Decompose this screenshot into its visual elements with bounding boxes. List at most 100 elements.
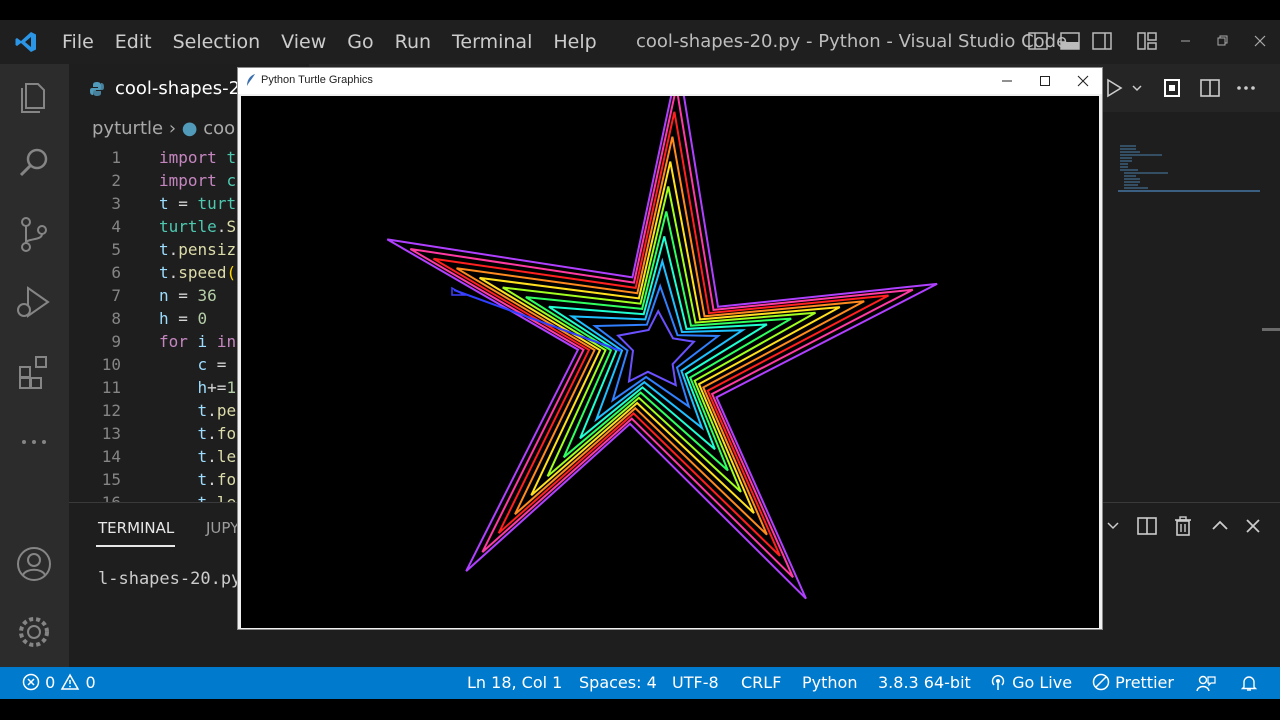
activity-bar [0, 64, 69, 667]
turtle-graphics-window[interactable]: Python Turtle Graphics [237, 67, 1103, 630]
trash-icon[interactable] [1172, 515, 1194, 537]
run-file-icon[interactable] [1103, 77, 1125, 99]
code-line: import tu [159, 148, 246, 167]
python-file-icon [90, 82, 104, 96]
turtle-close-icon[interactable] [1064, 68, 1102, 94]
star-outline [432, 111, 889, 557]
minimap[interactable] [1118, 140, 1260, 200]
line-number: 15 [101, 470, 121, 489]
terminal-output[interactable]: l-shapes-20.py [98, 569, 241, 589]
line-number: 7 [111, 286, 121, 305]
toggle-secondary-sidebar-icon[interactable] [1091, 30, 1113, 52]
turtle-minimize-icon[interactable] [988, 68, 1026, 94]
menu-go[interactable]: Go [347, 31, 373, 53]
language-mode[interactable]: Python [802, 667, 857, 699]
line-number: 12 [101, 401, 121, 420]
menu-file[interactable]: File [62, 31, 94, 53]
line-number: 2 [111, 171, 121, 190]
search-icon[interactable] [14, 144, 54, 184]
warning-icon [61, 673, 80, 690]
turtle-canvas[interactable] [241, 96, 1099, 628]
code-line: n = 36 [159, 286, 217, 305]
code-line: t.pen [197, 401, 246, 420]
close-icon[interactable] [1249, 30, 1271, 52]
more-icon[interactable] [14, 422, 54, 462]
run-debug-icon[interactable] [14, 282, 54, 322]
more-actions-icon[interactable] [1235, 77, 1257, 99]
prettier-button[interactable]: Prettier [1092, 667, 1174, 699]
python-file-icon: ● [181, 118, 198, 139]
tab-terminal[interactable]: TERMINAL [98, 519, 174, 537]
line-number: 8 [111, 309, 121, 328]
chevron-down-icon[interactable] [1105, 518, 1121, 534]
cursor-position[interactable]: Ln 18, Col 1 [467, 667, 562, 699]
screen-edge [0, 699, 1280, 720]
line-number: 4 [111, 217, 121, 236]
active-tab-indicator [96, 545, 175, 547]
toggle-panel-icon[interactable] [1059, 30, 1081, 52]
encoding[interactable]: UTF-8 [672, 667, 719, 699]
feedback-icon[interactable] [1196, 674, 1216, 692]
end-of-line[interactable]: CRLF [741, 667, 781, 699]
error-icon [22, 673, 40, 691]
code-line: t.speed( [159, 263, 237, 282]
line-number: 16 [69, 493, 121, 502]
line-number: 3 [111, 194, 121, 213]
chevron-down-icon[interactable] [1131, 82, 1143, 94]
settings-gear-icon[interactable] [14, 612, 54, 652]
window-title: cool-shapes-20.py - Python - Visual Stud… [636, 31, 1068, 52]
menu-run[interactable]: Run [395, 31, 431, 53]
tab-jupyter[interactable]: JUPY [206, 519, 239, 537]
feather-icon [247, 74, 255, 86]
restore-icon[interactable] [1211, 30, 1233, 52]
breadcrumb-folder[interactable]: pyturtle [92, 118, 163, 139]
code-line: h+=1/ [197, 378, 246, 397]
extensions-icon[interactable] [14, 351, 54, 391]
turtle-window-titlebar[interactable]: Python Turtle Graphics [238, 68, 1102, 94]
breadcrumb-separator-icon: › [168, 118, 182, 139]
scrollbar-indicator[interactable] [1262, 328, 1280, 331]
split-terminal-icon[interactable] [1136, 515, 1158, 537]
breadcrumb: pyturtle › ● coo [92, 118, 235, 139]
title-bar: File Edit Selection View Go Run Terminal… [0, 20, 1280, 64]
menu-view[interactable]: View [281, 31, 326, 53]
warning-count: 0 [85, 673, 96, 692]
code-line: h = 0 [159, 309, 208, 328]
explorer-icon[interactable] [14, 76, 54, 116]
indentation[interactable]: Spaces: 4 [579, 667, 657, 699]
status-bar: 0 0 Ln 18, Col 1 Spaces: 4 UTF-8 CRLF Py… [0, 667, 1280, 699]
vscode-logo-icon [15, 32, 36, 52]
line-number: 5 [111, 240, 121, 259]
account-icon[interactable] [14, 544, 54, 584]
line-number: 1 [111, 148, 121, 167]
tab-label: cool-shapes-20 [115, 78, 252, 99]
error-count: 0 [45, 673, 56, 692]
line-number: 9 [111, 332, 121, 351]
python-interpreter[interactable]: 3.8.3 64-bit [878, 667, 971, 699]
source-control-icon[interactable] [14, 214, 54, 254]
code-line: t.le [159, 493, 237, 502]
code-line: c = c [197, 355, 246, 374]
go-live-button[interactable]: Go Live [989, 667, 1072, 699]
prettier-icon [1092, 673, 1110, 691]
menu-bar: File Edit Selection View Go Run Terminal… [62, 20, 618, 64]
line-number: 6 [111, 263, 121, 282]
turtle-maximize-icon[interactable] [1026, 68, 1064, 94]
toggle-sidebar-icon[interactable] [1027, 30, 1049, 52]
menu-terminal[interactable]: Terminal [452, 31, 532, 53]
code-line: t.lef [197, 447, 246, 466]
line-number: 13 [101, 424, 121, 443]
problems-indicator[interactable]: 0 0 [22, 667, 96, 699]
close-panel-icon[interactable] [1243, 516, 1263, 536]
maximize-panel-icon[interactable] [1210, 516, 1230, 536]
minimize-icon[interactable] [1175, 30, 1197, 52]
open-changes-icon[interactable] [1161, 77, 1183, 99]
menu-selection[interactable]: Selection [173, 31, 261, 53]
menu-help[interactable]: Help [553, 31, 596, 53]
notifications-bell-icon[interactable] [1240, 674, 1258, 692]
breadcrumb-file[interactable]: coo [203, 118, 235, 139]
star-outline [456, 136, 865, 536]
menu-edit[interactable]: Edit [115, 31, 152, 53]
customize-layout-icon[interactable] [1136, 30, 1158, 52]
split-editor-icon[interactable] [1199, 77, 1221, 99]
